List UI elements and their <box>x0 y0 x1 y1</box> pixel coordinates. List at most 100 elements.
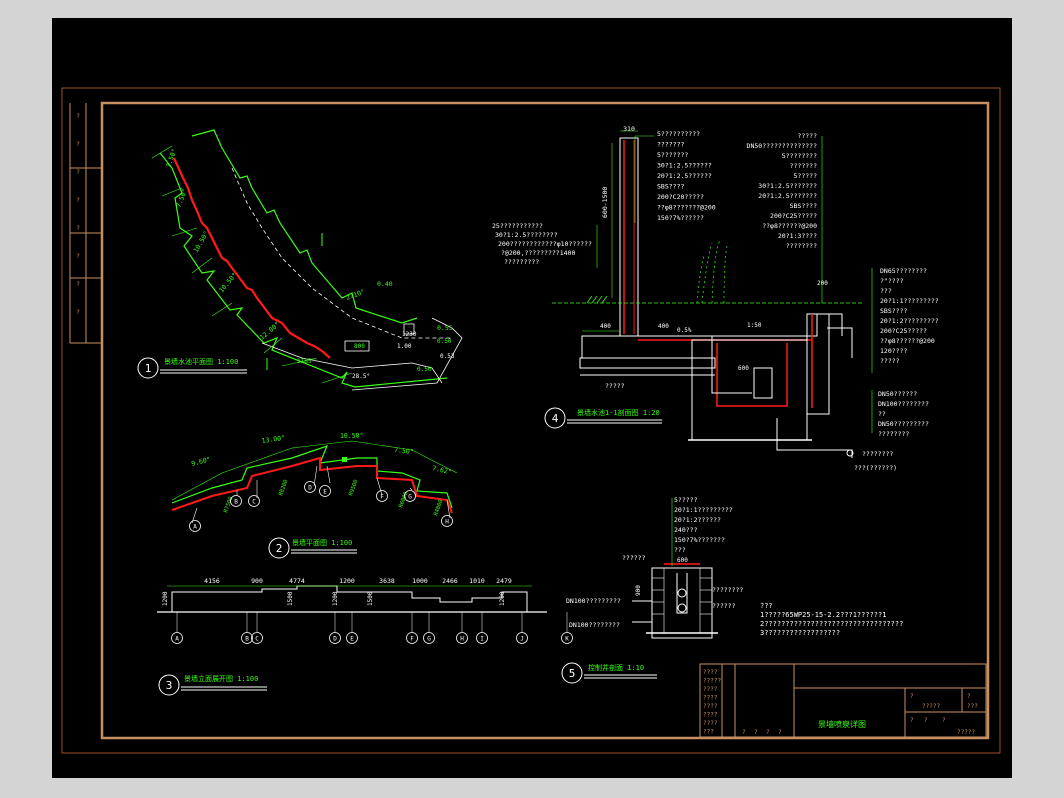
sec4-dim: 600 <box>738 365 749 372</box>
plan1-angle: 12.00° <box>258 320 281 341</box>
title-block-row: ??? <box>703 729 714 736</box>
plan1-dim: 1230 <box>402 331 417 338</box>
sec4-note-left2: 30?1:2.5???????? <box>495 231 558 239</box>
elev3-axis-bubble-label: E <box>350 635 354 642</box>
sec4-note-left: 20?1:2.5?????? <box>657 172 712 180</box>
general-note-2: 2????????????????????????????????? <box>760 620 903 628</box>
title-block-row: ???? <box>703 703 718 710</box>
sec5-note: 150?7%??????? <box>674 536 725 544</box>
sec4-note-left: 150?7%?????? <box>657 214 704 222</box>
plan1-level: 0.55 <box>437 324 453 332</box>
view3-elevation <box>157 585 547 613</box>
view1-number: 1 <box>145 362 152 375</box>
sec4-note-right: ??????? <box>790 162 817 170</box>
sec4-note-right: ????? <box>797 132 817 140</box>
sec4-note-right3: ???????? <box>878 430 909 438</box>
sec4-note-right3: DN50?????? <box>878 390 917 398</box>
view1-plan <box>151 129 463 391</box>
cad-viewport[interactable]: ???????? 7.50° 7.50° 10.50° 10.50° 12.00° 271… <box>52 18 1012 778</box>
view2-title: 景墙平面图 1:100 <box>292 538 352 547</box>
plan1-dim: 28.5° <box>352 373 370 380</box>
title-block-row: ???? <box>703 669 718 676</box>
sec4-note-right3: ?? <box>878 410 886 418</box>
sec4-dim: 400 <box>658 323 669 330</box>
title-block-cell: ????? <box>957 729 975 736</box>
title-block-row: ???? <box>703 712 718 719</box>
sheet-outer-border <box>61 87 1001 754</box>
sec4-note-right2: 20?1:2????????? <box>880 317 939 325</box>
elev3-dim: 1010 <box>469 577 485 585</box>
sec4-note-left2: 25??????????? <box>492 222 543 230</box>
sec4-dim: 200 <box>817 280 828 287</box>
view2-wall-plan <box>171 440 458 524</box>
sec4-note-right: ??φ8??????@200 <box>762 222 817 230</box>
sec4-note-right: 200?C25????? <box>770 212 817 220</box>
elev3-axis-bubble-label: K <box>565 635 569 642</box>
sec4-note-right2: ?"???? <box>880 277 904 285</box>
elev3-height: 1200 <box>499 591 506 606</box>
sec4-note-right2: DN65???????? <box>880 267 927 275</box>
sec4-dim: 310 <box>623 125 635 133</box>
sec4-note-left: 5??????? <box>657 151 688 159</box>
elev3-axis-bubble-label: G <box>427 635 431 642</box>
plan1-dim: 0.50 <box>437 338 452 345</box>
sec4-note-right: 20?1:3???? <box>778 232 817 240</box>
sec4-note-right3: DN100???????? <box>878 400 929 408</box>
elev3-dim: 4774 <box>289 577 305 585</box>
plan2-angle: 9.60° <box>190 455 211 468</box>
plan1-level: 0.40 <box>377 280 393 288</box>
elev3-axis-bubble-label: I <box>480 635 484 642</box>
view5-number: 5 <box>569 667 576 680</box>
sec4-dim: 400 <box>600 323 611 330</box>
view4-title: 景墙水池1-1剖面图 1:20 <box>577 408 660 417</box>
elev3-dim: 3638 <box>379 577 395 585</box>
plan2-label: R7500 <box>223 496 234 514</box>
plan2-label: R9500 <box>348 479 359 497</box>
title-block-sign: ? <box>754 729 758 736</box>
sec4-bottom-note: ????? <box>605 382 625 390</box>
view2-number: 2 <box>276 542 283 555</box>
elev3-height: 1200 <box>162 591 169 606</box>
elev3-axis-bubble-label: H <box>460 635 464 642</box>
plan2-angle: 7.50° <box>394 446 414 456</box>
general-note-3: 3?????????????????? <box>760 629 840 637</box>
view3-axis-bubbles: A BC D E F G H I J K <box>171 612 573 644</box>
sec4-note-right: DN50?????????????? <box>747 142 818 150</box>
plan1-dim: 1165° <box>297 358 315 365</box>
sec5-note: 20?1:2?????? <box>674 516 721 524</box>
plan2-axis-bubble-label: G <box>408 493 412 500</box>
title-block-row: ???? <box>703 695 718 702</box>
title-block-cell: ? <box>967 693 971 700</box>
view1-title: 景墙水池平面图 1:100 <box>164 357 238 366</box>
sec5-note: 240??? <box>674 526 698 534</box>
view5-title: 控制井剖面 1:10 <box>588 663 644 672</box>
plan2-label: R4800 <box>433 499 444 517</box>
plan2-angle: 7.62° <box>432 464 453 476</box>
plan1-dim: 800 <box>354 343 365 350</box>
plan1-dim: 1.00 <box>397 343 412 350</box>
sec4-note-left: ??φ8???????@200 <box>657 204 716 212</box>
plan1-angle: 7.50° <box>174 188 189 209</box>
elev3-axis-bubble-label: C <box>255 635 259 642</box>
sec4-note-right3: DN50????????? <box>878 420 929 428</box>
sec5-pipe-label: DN100???????? <box>569 621 620 629</box>
sec5-note: 5????? <box>674 496 698 504</box>
sec4-note-right2: 20?1:1????????? <box>880 297 939 305</box>
left-strip-labels: ???????? <box>76 113 80 316</box>
sec5-misc: ?????? <box>622 554 646 562</box>
sec4-note-right: ???????? <box>786 242 817 250</box>
sec4-note-left: 200?C20????? <box>657 193 704 201</box>
plan2-angle: 10.50° <box>340 432 364 440</box>
sec4-dim: 0.5% <box>677 327 692 334</box>
sec4-note-left: SBS???? <box>657 183 684 191</box>
plan2-axis-bubble-label: E <box>323 488 327 495</box>
plan2-axis-bubble-label: A <box>193 523 197 530</box>
elev3-dim: 1000 <box>412 577 428 585</box>
sec4-note-right: 5????? <box>794 172 818 180</box>
elev3-height: 1200 <box>332 591 339 606</box>
left-binding-strip <box>69 103 102 344</box>
elev3-axis-bubble-label: F <box>410 635 414 642</box>
sec5-note: 20?1:1????????? <box>674 506 733 514</box>
sec5-dim: 600 <box>677 557 688 564</box>
sec5-note: ??? <box>674 546 686 554</box>
